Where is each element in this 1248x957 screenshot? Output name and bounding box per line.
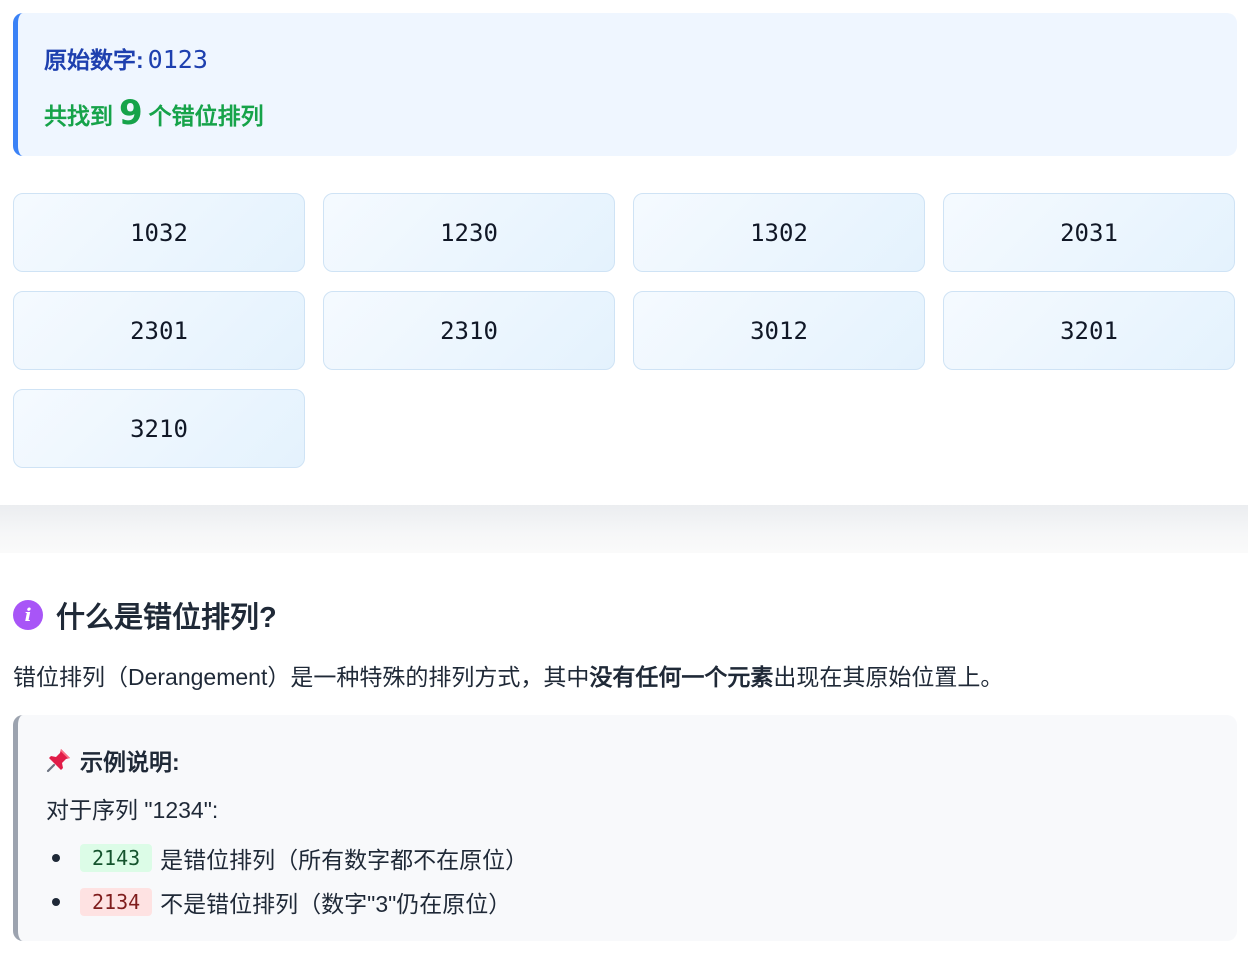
count-suffix: 个错位排列 bbox=[148, 103, 264, 129]
result-count-line: 共找到 9 个错位排列 bbox=[44, 93, 264, 133]
original-number-line: 原始数字: 0123 bbox=[44, 41, 208, 75]
example-code-good: 2143 bbox=[80, 844, 153, 872]
permutation-item: 3201 bbox=[943, 291, 1235, 370]
derangement-description: 错位排列（Derangement）是一种特殊的排列方式，其中没有任何一个元素出现… bbox=[13, 658, 1003, 692]
info-title: 什么是错位排列? bbox=[56, 602, 277, 634]
permutation-item: 2301 bbox=[13, 291, 305, 370]
example-list-item: 2143 是错位排列（所有数字都不在原位） bbox=[46, 836, 528, 880]
count-prefix: 共找到 bbox=[44, 103, 113, 129]
example-list-item: 2134 不是错位排列（数字"3"仍在原位） bbox=[46, 880, 528, 924]
permutation-item: 3012 bbox=[633, 291, 925, 370]
example-item-text: 不是错位排列（数字"3"仍在原位） bbox=[160, 891, 512, 917]
permutation-item: 2031 bbox=[943, 193, 1235, 272]
permutation-grid: 1032 1230 1302 2031 2301 2310 3012 3201 … bbox=[13, 193, 1237, 468]
example-code-bad: 2134 bbox=[80, 888, 153, 916]
original-number-value: 0123 bbox=[147, 45, 208, 74]
permutation-item: 1230 bbox=[323, 193, 615, 272]
permutation-item: 2310 bbox=[323, 291, 615, 370]
original-number-label: 原始数字: bbox=[44, 47, 144, 73]
example-list: 2143 是错位排列（所有数字都不在原位） 2134 不是错位排列（数字"3"仍… bbox=[46, 836, 528, 924]
example-item-text: 是错位排列（所有数字都不在原位） bbox=[160, 847, 529, 873]
desc-text-before: 错位排列（Derangement）是一种特殊的排列方式，其中 bbox=[13, 664, 590, 690]
result-summary-card: 原始数字: 0123 共找到 9 个错位排列 bbox=[13, 13, 1237, 156]
section-divider bbox=[0, 505, 1248, 553]
permutation-item: 1032 bbox=[13, 193, 305, 272]
info-icon: i bbox=[13, 600, 43, 630]
desc-text-bold: 没有任何一个元素 bbox=[589, 664, 774, 690]
bullet-dot bbox=[52, 854, 60, 862]
example-intro: 对于序列 "1234": bbox=[46, 797, 219, 823]
example-box: 示例说明: 对于序列 "1234": 2143 是错位排列（所有数字都不在原位）… bbox=[13, 715, 1237, 941]
count-value: 9 bbox=[119, 93, 143, 133]
bullet-dot bbox=[52, 898, 60, 906]
desc-text-after: 出现在其原始位置上。 bbox=[773, 664, 1004, 690]
example-title: 示例说明: bbox=[46, 743, 180, 777]
permutation-item: 1302 bbox=[633, 193, 925, 272]
example-title-text: 示例说明: bbox=[80, 749, 180, 775]
info-heading: i 什么是错位排列? bbox=[13, 594, 277, 636]
permutation-item: 3210 bbox=[13, 389, 305, 468]
pushpin-icon bbox=[46, 749, 70, 773]
